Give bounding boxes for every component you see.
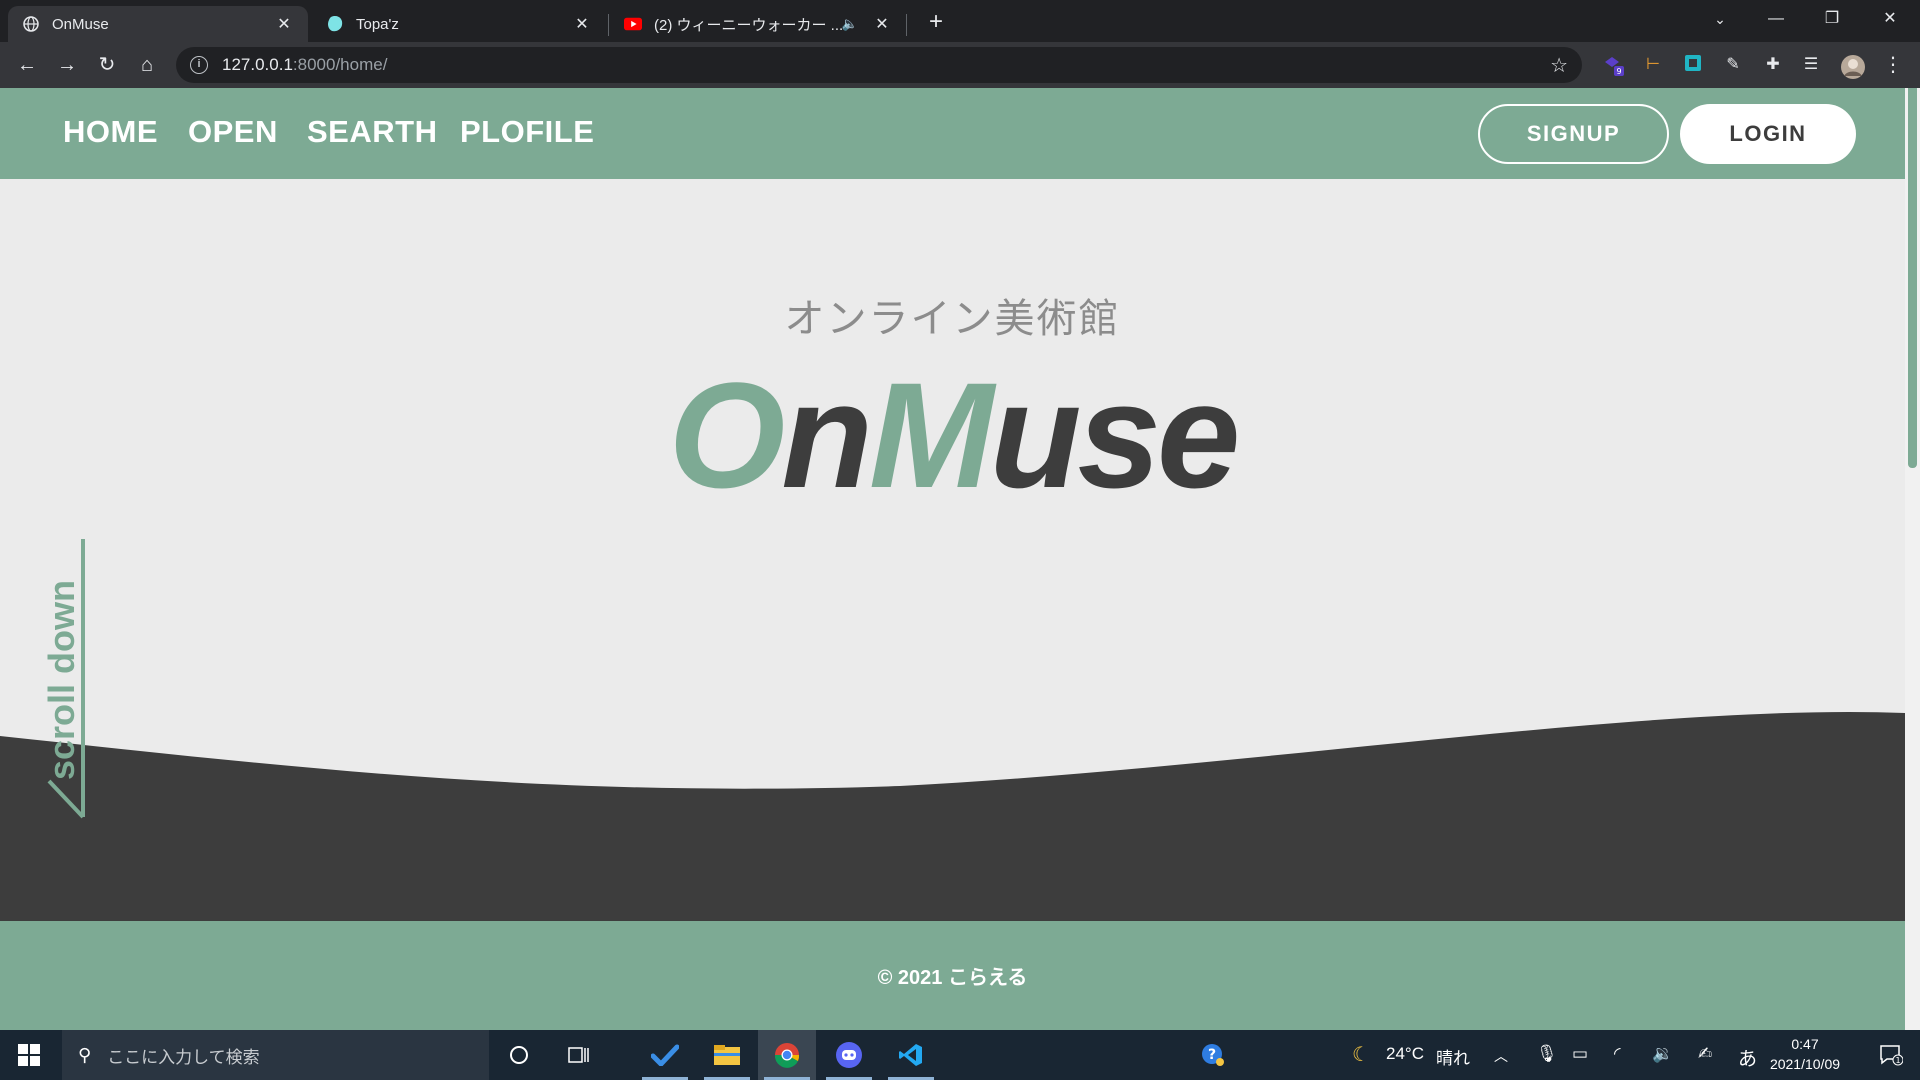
tab-search-icon[interactable]: ⌄ <box>1692 0 1748 40</box>
footer-copyright: © 2021 こらえる <box>877 967 1028 989</box>
chevron-up-icon[interactable]: ︿ <box>1494 1046 1508 1066</box>
site-footer: © 2021 こらえる <box>0 921 1905 1030</box>
pen-icon[interactable]: ✍ <box>1698 1044 1712 1064</box>
logo-part-use: use <box>989 351 1240 519</box>
vscode-icon[interactable] <box>882 1030 940 1080</box>
cortana-icon[interactable] <box>490 1030 548 1080</box>
weather-desc[interactable]: 晴れ <box>1436 1044 1470 1069</box>
hero-logo: OnMuse <box>0 342 1905 530</box>
logo-part-n: n <box>781 351 873 519</box>
tab-close-icon[interactable]: ✕ <box>872 14 892 34</box>
windows-taskbar: ⚲ ここに入力して検索 ? ☾ 24°C 晴れ ︿ 🎙 ▭ ◜ 🔉 ✍ あ 0:… <box>0 1030 1920 1080</box>
extension-badge: 9 <box>1616 67 1621 76</box>
extension-icon[interactable]: 9 <box>1602 54 1624 76</box>
nav-home[interactable]: HOME <box>63 114 158 150</box>
taskbar-search-input[interactable]: ⚲ ここに入力して検索 <box>62 1030 489 1080</box>
site-header: HOME OPEN SEARTH PLOFILE SIGNUP LOGIN <box>0 88 1905 179</box>
page-scrollbar[interactable] <box>1905 88 1920 1030</box>
tab-topaz[interactable]: Topa'z ✕ <box>312 6 606 42</box>
home-button[interactable]: ⌂ <box>132 50 162 80</box>
wifi-icon[interactable]: ◜ <box>1614 1044 1621 1064</box>
info-icon[interactable]: i <box>190 56 208 74</box>
file-explorer-icon[interactable] <box>698 1030 756 1080</box>
signup-button[interactable]: SIGNUP <box>1478 104 1669 164</box>
puzzle-icon[interactable]: ✚ <box>1762 54 1784 76</box>
search-icon: ⚲ <box>78 1044 92 1065</box>
chrome-icon[interactable] <box>758 1030 816 1080</box>
scroll-down-label[interactable]: scroll down <box>41 580 83 780</box>
logo-part-m: M <box>868 351 994 519</box>
browser-tab-strip: OnMuse ✕ Topa'z ✕ (2) ウィーニーウォーカー ... GUM… <box>0 0 1920 42</box>
restore-button[interactable]: ❐ <box>1804 0 1860 40</box>
extension-icon[interactable] <box>1682 54 1704 76</box>
battery-icon[interactable]: ▭ <box>1572 1044 1588 1064</box>
reload-button[interactable]: ↻ <box>92 50 122 80</box>
weather-temp[interactable]: 24°C <box>1386 1044 1424 1064</box>
address-bar[interactable]: i 127.0.0.1 :8000/home/ ☆ <box>176 47 1582 83</box>
tab-separator <box>608 14 609 36</box>
logo-part-on: O <box>668 351 786 519</box>
nav-open[interactable]: OPEN <box>188 114 278 150</box>
reading-list-icon[interactable]: ☰ <box>1800 54 1822 76</box>
back-button[interactable]: ← <box>12 50 42 80</box>
ime-indicator[interactable]: あ <box>1738 1044 1757 1071</box>
clock[interactable]: 0:47 2021/10/09 <box>1768 1034 1842 1074</box>
forward-button[interactable]: → <box>52 50 82 80</box>
login-button[interactable]: LOGIN <box>1680 104 1856 164</box>
tab-title: Topa'z <box>356 15 399 33</box>
tab-title: OnMuse <box>52 15 109 33</box>
clock-date: 2021/10/09 <box>1769 1056 1841 1072</box>
bookmark-star-icon[interactable]: ☆ <box>1550 53 1568 78</box>
avatar[interactable] <box>1840 54 1865 79</box>
tab-title: (2) ウィーニーウォーカー ... GUMI <box>654 16 842 34</box>
window-close-button[interactable]: ✕ <box>1862 0 1918 40</box>
notification-icon[interactable]: 1 <box>1862 1030 1920 1080</box>
tab-onmuse[interactable]: OnMuse ✕ <box>8 6 308 42</box>
microphone-icon[interactable]: 🎙 <box>1536 1044 1558 1064</box>
nav-plofile[interactable]: PLOFILE <box>460 114 594 150</box>
topaz-favicon-icon <box>326 15 344 33</box>
clock-time: 0:47 <box>1791 1036 1819 1052</box>
url-path: :8000/home/ <box>292 55 388 74</box>
browser-toolbar: ← → ↻ ⌂ i 127.0.0.1 :8000/home/ ☆ 9 ⊢ ✎ … <box>0 42 1920 88</box>
todo-app-icon[interactable] <box>636 1030 694 1080</box>
url-host: 127.0.0.1 <box>222 55 293 74</box>
pen-extension-icon[interactable]: ✎ <box>1722 54 1744 76</box>
svg-text:?: ? <box>1208 1047 1216 1063</box>
scrollbar-thumb[interactable] <box>1908 88 1917 468</box>
new-tab-button[interactable]: + <box>922 8 950 36</box>
web-page: HOME OPEN SEARTH PLOFILE SIGNUP LOGIN オン… <box>0 88 1905 1030</box>
extension-icon[interactable]: ⊢ <box>1642 54 1664 76</box>
nav-searth[interactable]: SEARTH <box>307 114 437 150</box>
search-placeholder: ここに入力して検索 <box>107 1047 260 1067</box>
speaker-icon[interactable]: 🔈 <box>842 16 858 32</box>
tab-close-icon[interactable]: ✕ <box>274 14 294 34</box>
task-view-icon[interactable] <box>550 1030 608 1080</box>
globe-icon <box>22 15 40 33</box>
menu-icon[interactable]: ⋮ <box>1882 54 1904 76</box>
tab-youtube[interactable]: (2) ウィーニーウォーカー ... GUMI 🔈 ✕ <box>610 6 906 42</box>
discord-icon[interactable] <box>820 1030 878 1080</box>
youtube-icon <box>624 15 642 33</box>
windows-start-icon[interactable] <box>0 1030 58 1080</box>
moon-weather-icon[interactable]: ☾ <box>1352 1042 1370 1067</box>
notification-count: 1 <box>1895 1056 1900 1065</box>
hero-subtitle: オンライン美術館 <box>784 297 1121 341</box>
dark-wave-section <box>0 711 1905 944</box>
tab-close-icon[interactable]: ✕ <box>572 14 592 34</box>
minimize-button[interactable]: — <box>1748 0 1804 40</box>
volume-icon[interactable]: 🔉 <box>1652 1044 1673 1064</box>
tab-separator <box>906 14 907 36</box>
help-icon[interactable]: ? <box>1184 1030 1242 1080</box>
